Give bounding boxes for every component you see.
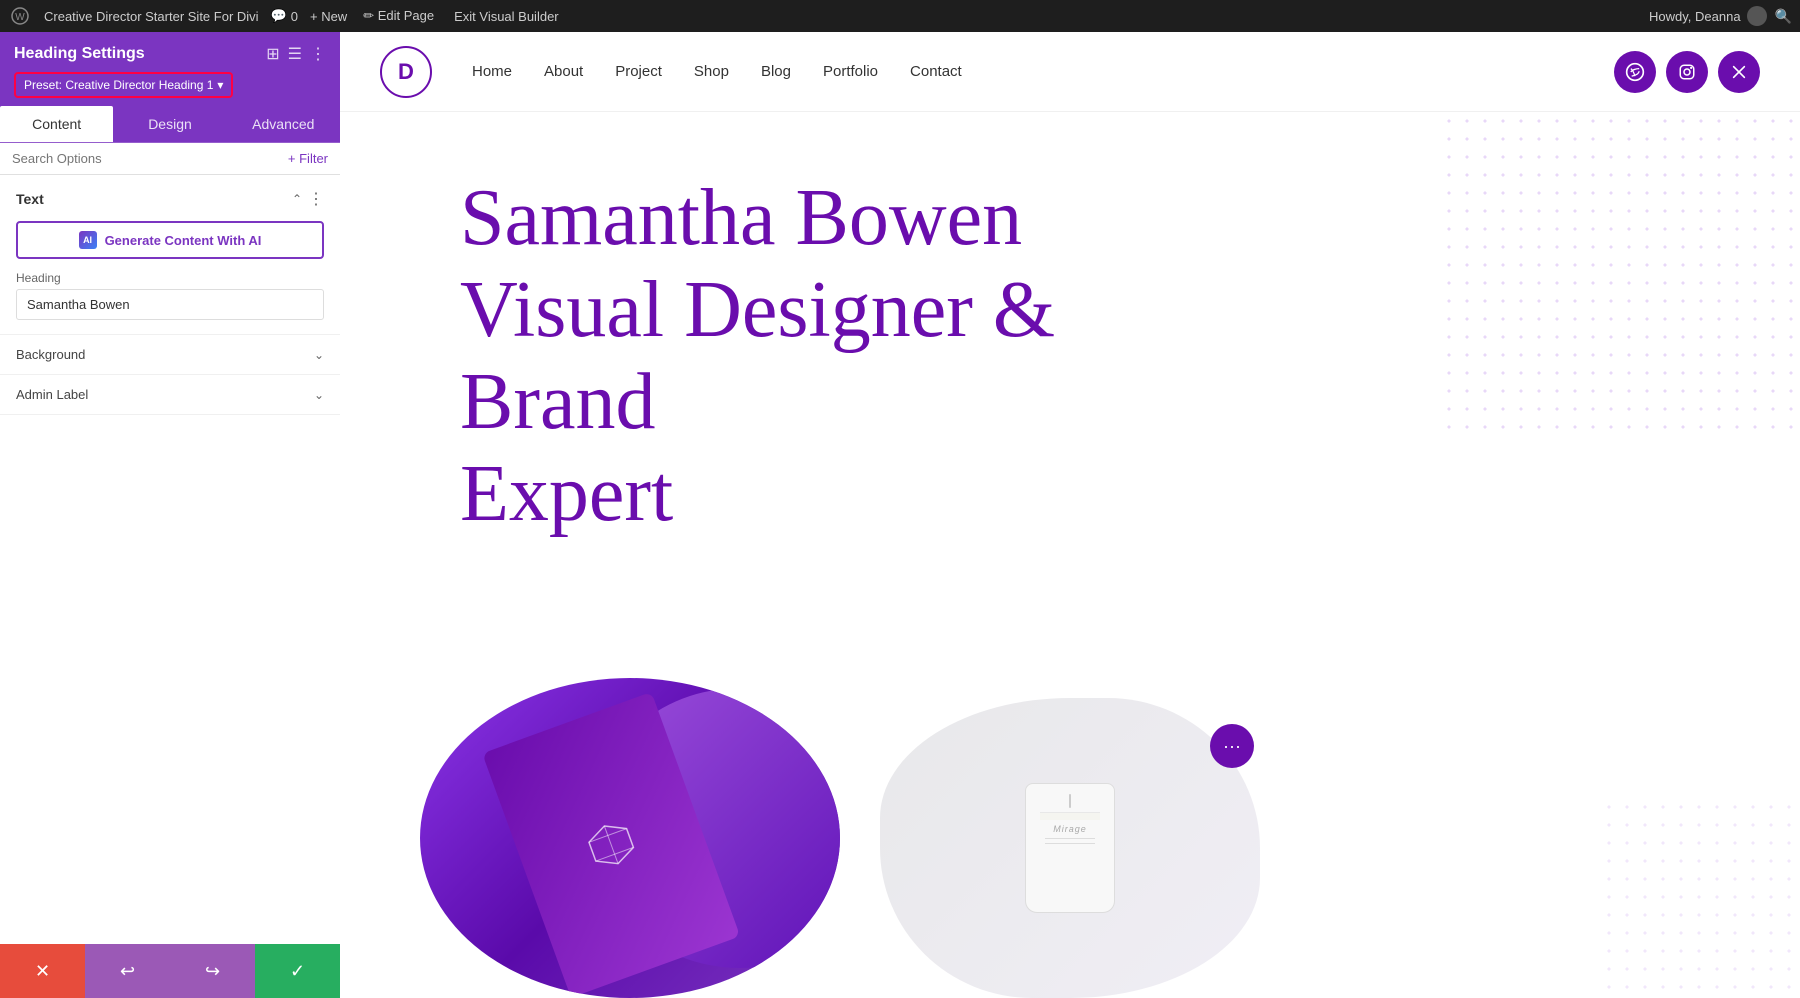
- comments-link[interactable]: 💬 0: [271, 8, 298, 24]
- undo-icon: ↩: [120, 961, 135, 982]
- text-section-header[interactable]: Text ⌃ ⋮: [16, 189, 324, 209]
- search-bar: + Filter: [0, 143, 340, 175]
- expand-icon[interactable]: ⊞: [266, 44, 279, 64]
- hero-images: Mirage: [420, 678, 1260, 998]
- hero-section: Samantha Bowen Visual Designer & Brand E…: [340, 112, 1800, 998]
- hero-heading-line1: Samantha Bowen: [460, 174, 1022, 262]
- nav-link-about[interactable]: About: [544, 63, 583, 80]
- nav-link-portfolio[interactable]: Portfolio: [823, 63, 878, 80]
- avatar: [1747, 6, 1767, 26]
- candle-brand-label: Mirage: [1053, 824, 1087, 834]
- hero-light-blob: Mirage: [880, 698, 1260, 998]
- text-section-icons: ⌃ ⋮: [292, 189, 324, 209]
- background-section: Background ⌄: [0, 335, 340, 375]
- floating-more-dots: ···: [1223, 736, 1241, 757]
- background-section-title: Background: [16, 347, 85, 362]
- panel-bottom-bar: ✕ ↩ ↪ ✓: [0, 944, 340, 998]
- logo-letter: D: [398, 59, 414, 85]
- dot-pattern-bottom-right: [1600, 798, 1800, 998]
- heading-input[interactable]: [16, 289, 324, 320]
- admin-bar-right: Howdy, Deanna 🔍: [1649, 6, 1792, 26]
- panel-title-icons: ⊞ ☰ ⋮: [266, 44, 326, 64]
- edit-page-button[interactable]: ✏ Edit Page: [359, 8, 438, 24]
- dot-pattern-top-right: [1440, 112, 1800, 432]
- panel-tabs: Content Design Advanced: [0, 106, 340, 143]
- cancel-icon: ✕: [35, 961, 50, 982]
- background-chevron-icon[interactable]: ⌄: [314, 348, 324, 362]
- site-logo[interactable]: D: [380, 46, 432, 98]
- social-icon-x[interactable]: [1718, 51, 1760, 93]
- preset-button[interactable]: Preset: Creative Director Heading 1 ▾: [14, 72, 233, 98]
- nav-link-blog[interactable]: Blog: [761, 63, 791, 80]
- floating-more-button[interactable]: ···: [1210, 724, 1254, 768]
- heading-field-label: Heading: [16, 271, 324, 285]
- social-icons: [1614, 51, 1760, 93]
- site-preview: D Home About Project Shop Blog Portfolio…: [340, 32, 1800, 998]
- search-icon[interactable]: 🔍: [1775, 8, 1792, 25]
- columns-icon[interactable]: ☰: [288, 44, 302, 64]
- ai-button-label: Generate Content With AI: [105, 233, 262, 248]
- hero-heading: Samantha Bowen Visual Designer & Brand E…: [460, 172, 1220, 540]
- new-label: + New: [310, 9, 347, 24]
- save-icon: ✓: [290, 961, 305, 982]
- collapse-icon[interactable]: ⌃: [292, 192, 302, 206]
- site-name-text: Creative Director Starter Site For Divi: [44, 9, 259, 24]
- svg-text:W: W: [15, 12, 25, 23]
- cancel-button[interactable]: ✕: [0, 944, 85, 998]
- main-layout: Heading Settings ⊞ ☰ ⋮ Preset: Creative …: [0, 32, 1800, 998]
- save-button[interactable]: ✓: [255, 944, 340, 998]
- admin-label-chevron-icon[interactable]: ⌄: [314, 388, 324, 402]
- heading-settings-panel: Heading Settings ⊞ ☰ ⋮ Preset: Creative …: [0, 32, 340, 998]
- text-section: Text ⌃ ⋮ AI Generate Content With AI Hea…: [0, 175, 340, 335]
- more-options-icon[interactable]: ⋮: [310, 44, 326, 64]
- hero-purple-blob: [420, 678, 840, 998]
- wp-logo-icon[interactable]: W: [8, 4, 32, 28]
- filter-button[interactable]: + Filter: [288, 151, 328, 166]
- search-input[interactable]: [12, 151, 280, 166]
- panel-title: Heading Settings: [14, 45, 145, 63]
- text-section-more-icon[interactable]: ⋮: [308, 189, 324, 209]
- background-section-header[interactable]: Background ⌄: [16, 347, 324, 362]
- social-icon-instagram[interactable]: [1666, 51, 1708, 93]
- preset-dropdown-icon: ▾: [217, 78, 223, 92]
- ai-icon: AI: [79, 231, 97, 249]
- candle-line-2: [1045, 843, 1095, 844]
- admin-bar: W Creative Director Starter Site For Div…: [0, 0, 1800, 32]
- panel-title-row: Heading Settings ⊞ ☰ ⋮: [14, 44, 326, 64]
- tab-advanced[interactable]: Advanced: [227, 106, 340, 142]
- redo-icon: ↪: [205, 961, 220, 982]
- hero-text: Samantha Bowen Visual Designer & Brand E…: [460, 172, 1220, 540]
- hero-heading-line2: Visual Designer & Brand: [460, 266, 1055, 446]
- social-icon-dribble[interactable]: [1614, 51, 1656, 93]
- nav-link-shop[interactable]: Shop: [694, 63, 729, 80]
- text-section-title: Text: [16, 191, 44, 207]
- ai-generate-button[interactable]: AI Generate Content With AI: [16, 221, 324, 259]
- panel-header: Heading Settings ⊞ ☰ ⋮ Preset: Creative …: [0, 32, 340, 106]
- candle-line: [1045, 838, 1095, 839]
- nav-link-home[interactable]: Home: [472, 63, 512, 80]
- howdy-text: Howdy, Deanna: [1649, 9, 1741, 24]
- site-name[interactable]: Creative Director Starter Site For Divi: [44, 9, 259, 24]
- panel-content: Text ⌃ ⋮ AI Generate Content With AI Hea…: [0, 175, 340, 944]
- nav-link-project[interactable]: Project: [615, 63, 662, 80]
- site-nav-links: Home About Project Shop Blog Portfolio C…: [472, 63, 1614, 80]
- tab-design[interactable]: Design: [113, 106, 226, 142]
- site-navbar: D Home About Project Shop Blog Portfolio…: [340, 32, 1800, 112]
- tab-content[interactable]: Content: [0, 106, 113, 142]
- exit-builder-button[interactable]: Exit Visual Builder: [450, 9, 563, 24]
- nav-link-contact[interactable]: Contact: [910, 63, 962, 80]
- preset-label: Preset: Creative Director Heading 1: [24, 78, 213, 92]
- new-button[interactable]: + New: [310, 9, 347, 24]
- comments-icon: 💬: [271, 8, 287, 24]
- howdy-section: Howdy, Deanna: [1649, 6, 1767, 26]
- admin-label-section-title: Admin Label: [16, 387, 88, 402]
- admin-label-section: Admin Label ⌄: [0, 375, 340, 415]
- candle-jar: Mirage: [1025, 783, 1115, 913]
- admin-label-section-header[interactable]: Admin Label ⌄: [16, 387, 324, 402]
- redo-button[interactable]: ↪: [170, 944, 255, 998]
- undo-button[interactable]: ↩: [85, 944, 170, 998]
- comments-count: 0: [291, 9, 298, 24]
- hero-heading-line3: Expert: [460, 450, 673, 538]
